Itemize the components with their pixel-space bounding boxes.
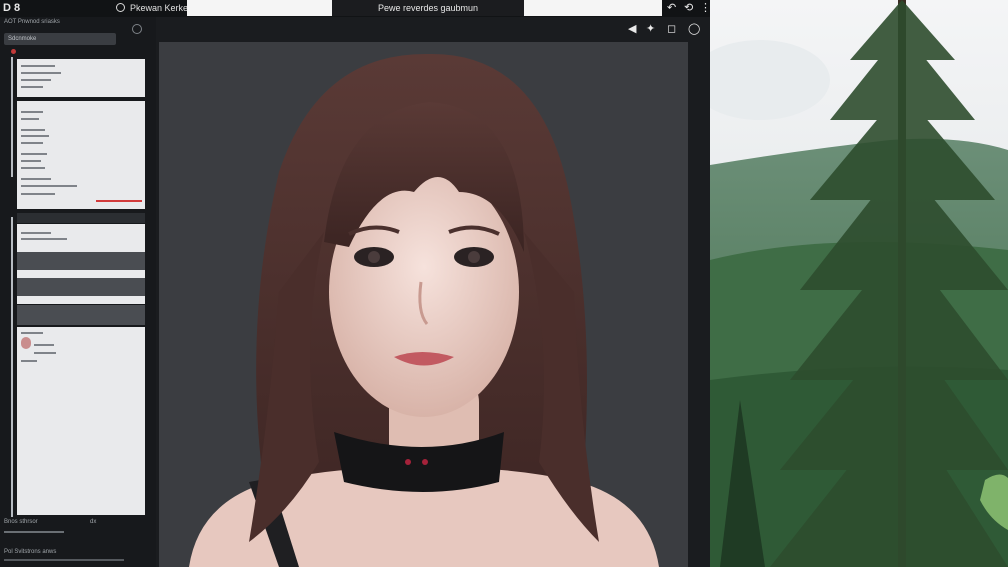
history-card[interactable] [17, 101, 145, 209]
footer-divider [4, 531, 64, 533]
footer-label: Bnos sthrsor [4, 519, 38, 525]
main-area: ◀ ✦ ◻ ◯ [156, 17, 710, 567]
top-bar: D 8 Pkewan Kerked Pewe reverdes gaubmun … [0, 0, 711, 17]
refresh-icon[interactable] [132, 24, 142, 34]
footer-bar [4, 559, 124, 561]
scroll-track[interactable] [11, 57, 13, 177]
history-card[interactable] [17, 59, 145, 97]
footer-badge: dx [90, 519, 97, 525]
window-title: Pewe reverdes gaubmun [332, 0, 524, 16]
circle-icon[interactable]: ◯ [688, 22, 700, 35]
record-icon[interactable] [116, 3, 125, 12]
app-logo: D 8 [3, 2, 21, 14]
panel-header: AOT Pnwnod sriasks [4, 19, 60, 25]
back-icon[interactable]: ◀ [628, 22, 636, 35]
address-bar-right[interactable] [524, 0, 662, 16]
footer-status: Pol Svitstrons anws [4, 549, 57, 555]
settings-card[interactable] [17, 224, 145, 252]
search-input[interactable]: Sdcnmoke [4, 33, 116, 45]
sparkle-icon[interactable]: ✦ [646, 22, 655, 35]
progress-bar [96, 200, 142, 202]
address-bar-left[interactable] [187, 0, 332, 16]
generated-portrait-image [159, 42, 688, 567]
left-panel: AOT Pnwnod sriasks Sdcnmoke Bnos sthrsor… [0, 17, 156, 567]
option-row[interactable] [17, 305, 145, 325]
redo-icon[interactable]: ⟲ [684, 1, 693, 14]
square-icon[interactable]: ◻ [667, 22, 676, 35]
undo-icon[interactable]: ↶ [667, 1, 676, 14]
thumbnail-image[interactable] [21, 337, 31, 349]
option-row[interactable] [17, 270, 145, 278]
preview-card[interactable] [17, 327, 145, 515]
status-dot [11, 49, 16, 54]
document-title: Pkewan Kerked [130, 3, 194, 13]
forest-landscape-image [710, 0, 1008, 567]
section-divider [17, 213, 145, 223]
scroll-track[interactable] [11, 217, 13, 517]
background-photo [710, 0, 1008, 567]
option-row[interactable] [17, 278, 145, 296]
option-row[interactable] [17, 252, 145, 270]
image-canvas[interactable] [159, 42, 688, 567]
option-row[interactable] [17, 296, 145, 304]
canvas-toolbar: ◀ ✦ ◻ ◯ [156, 17, 710, 41]
